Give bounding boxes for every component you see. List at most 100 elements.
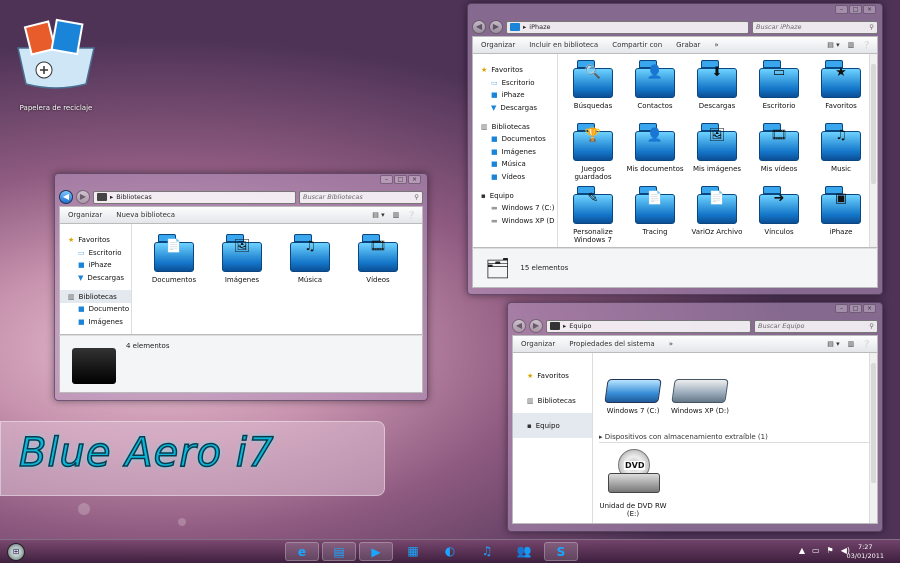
toolbar-item[interactable]: » — [714, 41, 718, 49]
back-button[interactable]: ◀ — [59, 190, 73, 204]
nav-item[interactable]: ■ iPhaze — [60, 259, 131, 272]
forward-button[interactable]: ▶ — [76, 190, 90, 204]
back-button[interactable]: ◀ — [472, 20, 486, 34]
folder-item[interactable]: ▭ Escritorio — [750, 60, 808, 110]
folder-item[interactable]: 🎞 Mis vídeos — [750, 123, 808, 173]
help-icon[interactable]: ❔ — [407, 211, 416, 219]
toolbar-item[interactable]: Propiedades del sistema — [569, 340, 654, 348]
folder-item[interactable]: 📄 VariOz Archivo — [688, 186, 746, 236]
calculator-icon[interactable]: ▦ — [396, 542, 430, 561]
nav-item[interactable]: ▥ Bibliotecas — [513, 388, 592, 413]
folder-item[interactable]: ♫ Music — [812, 123, 870, 173]
nav-item[interactable]: ▪ Equipo — [513, 413, 592, 438]
address-bar[interactable]: ▸ Bibliotecas — [93, 190, 296, 204]
toolbar-item[interactable]: Organizar — [481, 41, 515, 49]
toolbar-item[interactable]: Incluir en biblioteca — [529, 41, 598, 49]
removable-section-header[interactable]: ▸ Dispositivos con almacenamiento extraí… — [599, 433, 869, 443]
forward-button[interactable]: ▶ — [489, 20, 503, 34]
nav-item[interactable]: ★ Favoritos — [473, 64, 557, 77]
toolbar-item[interactable]: » — [669, 340, 673, 348]
nav-item[interactable]: ▥ Bibliotecas — [473, 120, 557, 133]
toolbar-item[interactable]: Organizar — [521, 340, 555, 348]
ie-icon[interactable]: e — [285, 542, 319, 561]
close-button[interactable]: × — [408, 175, 421, 184]
nav-item[interactable]: ■ Documentos — [473, 133, 557, 146]
help-icon[interactable]: ❔ — [862, 340, 871, 348]
browser-icon[interactable]: ◐ — [433, 542, 467, 561]
view-icon[interactable]: ▤ ▾ — [827, 340, 839, 348]
preview-pane-icon[interactable]: ▥ — [848, 41, 855, 49]
back-button[interactable]: ◀ — [512, 319, 526, 333]
maximize-button[interactable]: □ — [394, 175, 407, 184]
recycle-bin-desktop-icon[interactable]: Papelera de reciclaje — [6, 18, 106, 112]
folder-item[interactable]: 🖼 Mis imágenes — [688, 123, 746, 173]
folder-item[interactable]: 📄 Documentos — [142, 234, 206, 284]
show-hidden-icons-icon[interactable]: ▲ — [799, 546, 805, 555]
folder-item[interactable]: 👤 Mis documentos — [626, 123, 684, 173]
close-button[interactable]: × — [863, 304, 876, 313]
folder-item[interactable]: ➜ Vínculos — [750, 186, 808, 236]
search-input[interactable]: Buscar Bibliotecas ⚲ — [299, 190, 423, 204]
minimize-button[interactable]: – — [380, 175, 393, 184]
close-button[interactable]: × — [863, 5, 876, 14]
computer-window[interactable]: – □ × ◀ ▶ ▸ Equipo Buscar Equipo ⚲ Organiza… — [507, 302, 883, 532]
network-icon[interactable]: ▭ — [812, 546, 820, 555]
title-bar[interactable]: – □ × — [472, 4, 878, 18]
nav-item[interactable]: ■ Documento — [60, 303, 131, 316]
nav-item[interactable]: ■ Música — [473, 158, 557, 171]
nav-item[interactable]: ■ iPhaze — [473, 89, 557, 102]
help-icon[interactable]: ❔ — [862, 41, 871, 49]
iphaze-window[interactable]: – □ × ◀ ▶ ▸ iPhaze Buscar iPhaze ⚲ Organiza… — [467, 3, 883, 295]
folder-item[interactable]: 🔍 Búsquedas — [564, 60, 622, 110]
media-player-icon[interactable]: ▶ — [359, 542, 393, 561]
minimize-button[interactable]: – — [835, 5, 848, 14]
start-button[interactable]: ⊞ — [7, 542, 25, 561]
nav-item[interactable]: ▬ Windows XP (D — [473, 215, 557, 228]
folder-item[interactable]: ★ Favoritos — [812, 60, 870, 110]
folder-item[interactable]: ✎ Personalize Windows 7 — [564, 186, 622, 244]
nav-item[interactable]: ▼ Descargas — [473, 102, 557, 115]
explorer-icon[interactable]: ▤ — [322, 542, 356, 561]
toolbar-item[interactable]: Nueva biblioteca — [116, 211, 175, 219]
address-bar[interactable]: ▸ Equipo — [546, 319, 751, 333]
search-input[interactable]: Buscar iPhaze ⚲ — [752, 20, 878, 34]
title-bar[interactable]: – □ × — [512, 303, 878, 317]
action-center-flag-icon[interactable]: ⚑ — [827, 546, 834, 555]
nav-item[interactable]: ▥ Bibliotecas — [60, 290, 131, 303]
drive-d[interactable]: Windows XP (D:) — [669, 379, 731, 415]
drive-c[interactable]: Windows 7 (C:) — [603, 379, 663, 415]
preview-pane-icon[interactable]: ▥ — [393, 211, 400, 219]
folder-item[interactable]: 🖼 Imágenes — [210, 234, 274, 284]
toolbar-item[interactable]: Organizar — [68, 211, 102, 219]
maximize-button[interactable]: □ — [849, 5, 862, 14]
maximize-button[interactable]: □ — [849, 304, 862, 313]
view-icon[interactable]: ▤ ▾ — [827, 41, 839, 49]
nav-item[interactable]: ▭ Escritorio — [473, 77, 557, 90]
folder-item[interactable]: ⬇ Descargas — [688, 60, 746, 110]
nav-item[interactable]: ▼ Descargas — [60, 272, 131, 285]
minimize-button[interactable]: – — [835, 304, 848, 313]
nav-item[interactable]: ▭ Escritorio — [60, 247, 131, 260]
nav-item[interactable]: ★ Favoritos — [60, 234, 131, 247]
search-input[interactable]: Buscar Equipo ⚲ — [754, 319, 878, 333]
address-bar[interactable]: ▸ iPhaze — [506, 20, 749, 34]
skype-icon[interactable]: S — [544, 542, 578, 561]
toolbar-item[interactable]: Compartir con — [612, 41, 662, 49]
folder-item[interactable]: 📄 Tracing — [626, 186, 684, 236]
music-icon[interactable]: ♫ — [470, 542, 504, 561]
nav-item[interactable]: ★ Favoritos — [513, 363, 592, 388]
forward-button[interactable]: ▶ — [529, 319, 543, 333]
dvd-drive[interactable]: DVD Unidad de DVD RW (E:) — [599, 449, 667, 518]
nav-item[interactable]: ■ Vídeos — [473, 171, 557, 184]
nav-item[interactable]: ■ Imágenes — [60, 316, 131, 329]
vertical-scrollbar[interactable] — [869, 54, 877, 247]
nav-item[interactable]: ▪ Equipo — [473, 189, 557, 202]
nav-item[interactable]: ▬ Windows 7 (C:) — [473, 202, 557, 215]
title-bar[interactable]: – □ × — [59, 174, 423, 188]
vertical-scrollbar[interactable] — [869, 353, 877, 523]
libraries-window[interactable]: – □ × ◀ ▶ ▸ Bibliotecas Buscar Bibliotecas… — [54, 173, 428, 401]
folder-item[interactable]: ▣ iPhaze — [812, 186, 870, 236]
preview-pane-icon[interactable]: ▥ — [848, 340, 855, 348]
folder-item[interactable]: ♫ Música — [278, 234, 342, 284]
nav-item[interactable]: ■ Imágenes — [473, 146, 557, 159]
